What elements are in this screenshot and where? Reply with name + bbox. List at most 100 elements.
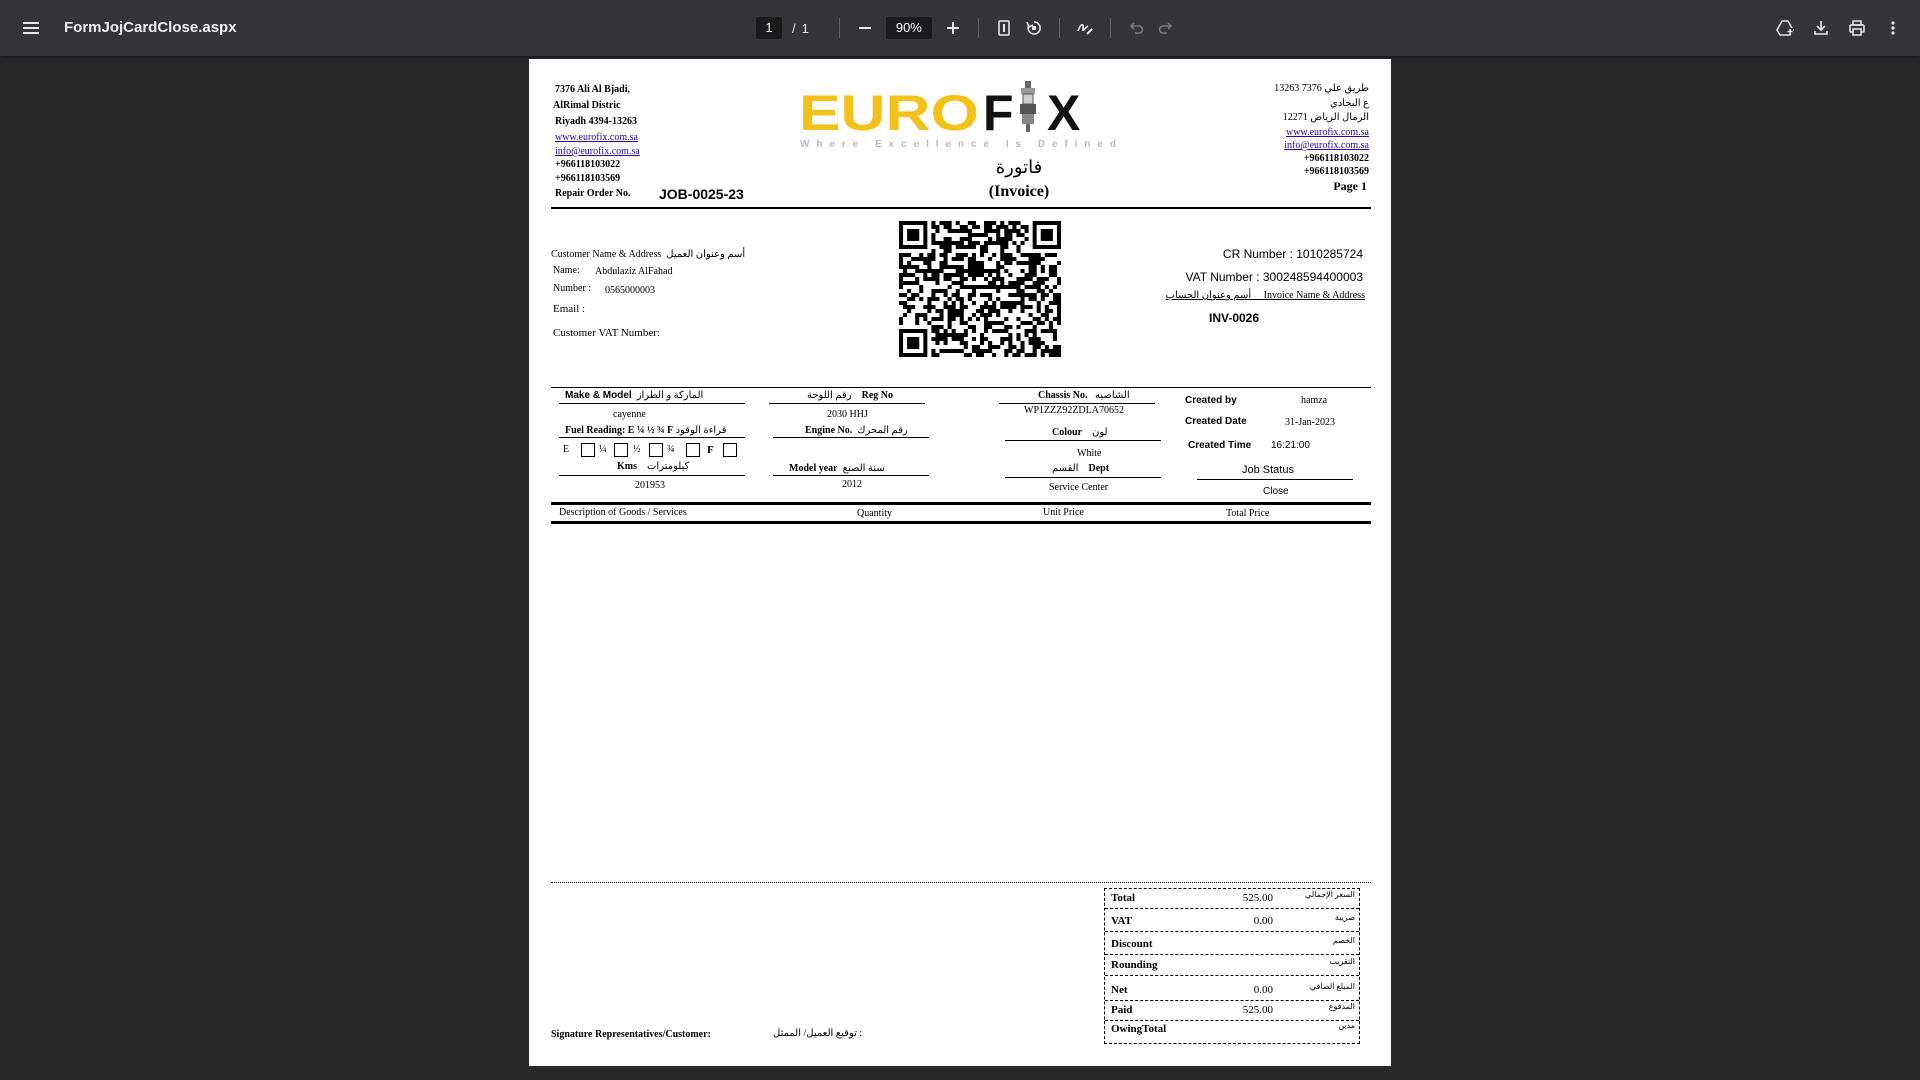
created-by-label: Created by xyxy=(1185,395,1237,406)
rule xyxy=(1005,477,1161,478)
created-date-value: 31-Jan-2023 xyxy=(1285,417,1335,428)
address-line-3: Riyadh 4394-13263 xyxy=(555,116,637,127)
colour-label: Colour لون xyxy=(1052,427,1108,438)
page-zoom-controls: 1 / 1 90% xyxy=(756,13,1181,43)
phone-1: +966118103022 xyxy=(555,159,621,170)
signature-label: Signature Representatives/Customer: xyxy=(551,1029,711,1040)
toolbar-divider xyxy=(1109,18,1111,38)
rule xyxy=(999,403,1155,404)
chassis-label: Chassis No. الشاصيه xyxy=(1038,390,1130,401)
vat-number: VAT Number : 300248594400003 xyxy=(1185,270,1363,284)
customer-label: Customer Name & Address أسم وعنوان العمي… xyxy=(551,249,746,260)
spark-plug-icon xyxy=(1020,81,1036,132)
signature-label-ar: توقيع العميل/ الممثل : xyxy=(773,1028,863,1039)
invoice-name-label: أسم وعنوان الحساب Invoice Name & Address xyxy=(1165,290,1365,301)
annotate-icon[interactable] xyxy=(1070,13,1100,43)
created-date-label: Created Date xyxy=(1185,416,1247,427)
rule xyxy=(773,475,929,476)
make-model-value: cayenne xyxy=(613,409,646,420)
items-top-rule xyxy=(551,502,1371,505)
toolbar-divider xyxy=(977,18,979,38)
totals-row-net: Net 0.00 المبلغ الصافي xyxy=(1105,981,1359,1001)
address-ar-line-3: الرمال الرياض 12271 xyxy=(1282,112,1369,123)
rule xyxy=(769,403,925,404)
redo-icon[interactable] xyxy=(1151,13,1181,43)
eurofix-logo: EURO F X Where Excellence Is Defined xyxy=(797,81,1127,151)
print-icon[interactable] xyxy=(1842,13,1872,43)
invoice-number: INV-0026 xyxy=(1209,311,1260,325)
zoom-level-input[interactable]: 90% xyxy=(885,17,932,39)
more-vert-icon[interactable] xyxy=(1878,13,1908,43)
customer-number: 0565000003 xyxy=(605,285,655,296)
email-link[interactable]: info@eurofix.com.sa xyxy=(555,146,640,157)
fuel-half: ½ xyxy=(633,444,641,455)
pdf-toolbar: FormJojCardClose.aspx 1 / 1 90% xyxy=(0,0,1920,56)
fuel-e: E xyxy=(563,444,570,455)
col-total-price: Total Price xyxy=(1226,508,1270,519)
totals-row-discount: Discount الخصم xyxy=(1105,935,1359,955)
rule xyxy=(773,437,929,438)
kms-label: Kms كيلومترات xyxy=(617,461,690,472)
customer-vat-label: Customer VAT Number: xyxy=(553,327,660,339)
fuel-quarter: ¼ xyxy=(599,444,607,455)
col-description: Description of Goods / Services xyxy=(559,507,687,518)
address-line-2: AlRimal Distric xyxy=(553,100,621,111)
totals-row-total: Total 525.00 السعر الإجمالي xyxy=(1105,889,1359,909)
fuel-checkbox xyxy=(581,443,595,457)
fuel-checkbox xyxy=(649,443,663,457)
page-number-input[interactable]: 1 xyxy=(756,17,782,39)
totals-row-paid: Paid 525.00 المدفوع xyxy=(1105,1001,1359,1021)
fit-page-icon[interactable] xyxy=(989,13,1019,43)
rule xyxy=(559,437,745,438)
undo-icon[interactable] xyxy=(1121,13,1151,43)
phone-1-right: +966118103022 xyxy=(1303,153,1369,164)
logo-f-text: F xyxy=(983,85,1014,141)
job-status-label: Job Status xyxy=(1242,464,1294,476)
fuel-f: F xyxy=(707,444,714,456)
website-link[interactable]: www.eurofix.com.sa xyxy=(555,132,638,143)
rule xyxy=(1005,440,1161,441)
repair-order-number: JOB-0025-23 xyxy=(659,186,744,202)
rotate-icon[interactable] xyxy=(1019,13,1049,43)
address-ar-line-2: ع البجادي xyxy=(1329,98,1369,109)
address-ar-line-1: طريق علي 7376 13263 xyxy=(1274,83,1369,94)
email-link-right[interactable]: info@eurofix.com.sa xyxy=(1284,140,1369,151)
totals-row-owing: OwingTotal مدين xyxy=(1111,1021,1355,1035)
reg-no-label: رقم اللوحة Reg No xyxy=(807,390,893,401)
fuel-reading-label: Fuel Reading: E ¼ ½ ¾ F قراءة الوقود xyxy=(565,425,727,436)
colour-value: White xyxy=(1077,448,1102,459)
toolbar-divider xyxy=(838,18,840,38)
drive-save-icon[interactable] xyxy=(1770,13,1800,43)
menu-icon[interactable] xyxy=(18,16,44,40)
email-label: Email : xyxy=(553,303,586,315)
toolbar-actions xyxy=(1764,13,1908,43)
zoom-in-icon[interactable] xyxy=(938,13,968,43)
qr-code xyxy=(899,221,1061,357)
totals-row-vat: VAT 0.00 ضريبة xyxy=(1105,912,1359,932)
header-rule xyxy=(551,207,1371,209)
rule xyxy=(559,475,745,476)
footer-dotted-rule xyxy=(551,882,1371,883)
repair-order-label: Repair Order No. xyxy=(555,188,631,199)
customer-name: Abdulaziz AlFahad xyxy=(595,266,673,277)
make-model-label: Make & Model الماركة و الطراز xyxy=(565,390,704,401)
website-link-right[interactable]: www.eurofix.com.sa xyxy=(1286,127,1369,138)
fuel-checkbox xyxy=(614,443,628,457)
fuel-three-quarter: ¾ xyxy=(667,444,675,455)
name-label: Name: xyxy=(553,265,580,276)
zoom-out-icon[interactable] xyxy=(850,13,880,43)
phone-2: +966118103569 xyxy=(555,173,621,184)
download-icon[interactable] xyxy=(1806,13,1836,43)
chassis-value: WP1ZZZ92ZDLA70652 xyxy=(1024,405,1124,416)
dept-value: Service Center xyxy=(1049,482,1109,493)
created-time-label: Created Time xyxy=(1188,440,1252,451)
kms-value: 201953 xyxy=(635,480,665,491)
model-year-label: Model year سنة الصنع xyxy=(789,463,885,474)
job-status-value: Close xyxy=(1263,486,1289,497)
totals-box: Total 525.00 السعر الإجمالي VAT 0.00 ضريبة D… xyxy=(1104,888,1360,1044)
rule xyxy=(1197,479,1353,480)
document-title: FormJojCardClose.aspx xyxy=(64,19,237,36)
pdf-page: 7376 Ali Al Bjadi, AlRimal Distric Riyad… xyxy=(529,59,1391,1066)
totals-row-rounding: Rounding التقريب xyxy=(1105,956,1359,976)
created-time-value: 16:21:00 xyxy=(1271,440,1310,451)
